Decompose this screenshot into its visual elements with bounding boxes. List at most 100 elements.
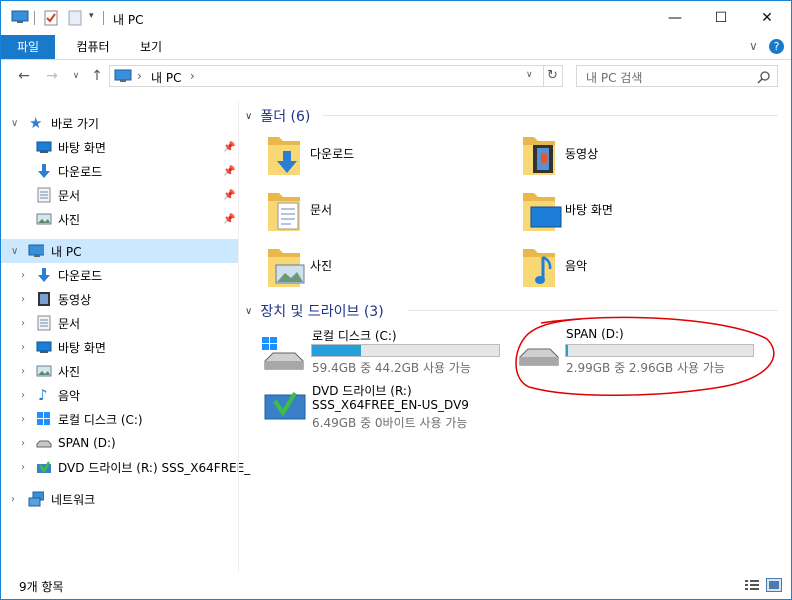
recent-locations-icon[interactable]: ∨ <box>65 65 87 87</box>
picture-icon <box>36 213 52 225</box>
nav-item-downloads[interactable]: 다운로드 📌 <box>1 159 238 183</box>
breadcrumb-chevron-icon[interactable]: › <box>190 69 195 83</box>
nav-pc-local-disk-c[interactable]: › 로컬 디스크 (C:) <box>1 407 238 431</box>
pictures-folder-icon <box>268 249 305 287</box>
back-button[interactable]: ← <box>13 65 35 87</box>
group-folders-header[interactable]: ∨ 폴더 (6) <box>245 106 310 126</box>
nav-label: 네트워크 <box>51 492 96 507</box>
nav-pc-span-d[interactable]: › SPAN (D:) <box>1 431 238 455</box>
minimize-button[interactable]: — <box>652 1 698 35</box>
search-box[interactable]: 내 PC 검색 <box>576 65 778 87</box>
breadcrumb-chevron-icon[interactable]: › <box>137 69 142 83</box>
up-button[interactable]: ↑ <box>86 65 108 87</box>
nav-network[interactable]: › 네트워크 <box>1 487 238 511</box>
nav-label: 문서 <box>58 316 81 331</box>
drive-dvd-r[interactable]: DVD 드라이브 (R:) SSS_X64FREE_EN-US_DV9 6.49… <box>259 381 509 431</box>
folder-desktop[interactable]: 바탕 화면 <box>519 187 759 235</box>
nav-pc-downloads[interactable]: › 다운로드 <box>1 263 238 287</box>
expand-chevron-icon[interactable]: › <box>21 318 25 329</box>
nav-pc-dvd-r[interactable]: › DVD 드라이브 (R:) SSS_X64FREE_ <box>1 455 250 479</box>
nav-label: 동영상 <box>58 292 92 307</box>
drive-c[interactable]: 로컬 디스크 (C:) 59.4GB 중 44.2GB 사용 가능 <box>259 325 504 375</box>
properties-icon[interactable] <box>44 10 58 26</box>
new-folder-icon[interactable] <box>68 10 82 26</box>
nav-pc-music[interactable]: › ♪ 음악 <box>1 383 238 407</box>
folder-label: 다운로드 <box>310 147 355 161</box>
nav-item-desktop[interactable]: 바탕 화면 📌 <box>1 135 238 159</box>
pin-icon[interactable]: 📌 <box>223 214 235 225</box>
folder-pictures[interactable]: 사진 <box>264 243 504 291</box>
ribbon-tabs: 파일 컴퓨터 보기 ∨ ? <box>1 35 791 60</box>
expand-chevron-icon[interactable]: › <box>21 414 25 425</box>
expand-chevron-icon[interactable]: › <box>21 342 25 353</box>
nav-label: 사진 <box>58 364 81 379</box>
group-title: 폴더 (6) <box>260 109 311 125</box>
folder-label: 사진 <box>310 259 333 273</box>
expand-chevron-icon[interactable]: › <box>21 438 25 449</box>
search-icon <box>757 71 770 84</box>
music-icon: ♪ <box>38 386 48 404</box>
videos-folder-icon <box>523 137 555 175</box>
expand-chevron-icon[interactable]: › <box>21 390 25 401</box>
large-icons-view-icon[interactable] <box>766 578 782 592</box>
drive-usage-bar <box>311 344 500 357</box>
close-button[interactable]: ✕ <box>744 1 790 35</box>
collapse-chevron-icon[interactable]: ∨ <box>245 111 252 122</box>
drive-icon <box>36 440 52 448</box>
nav-label: 음악 <box>58 388 81 403</box>
nav-quick-access[interactable]: ∨ ★ 바로 가기 <box>1 111 238 135</box>
separator <box>103 11 104 25</box>
forward-button[interactable]: → <box>41 65 63 87</box>
picture-icon <box>36 365 52 377</box>
pin-icon[interactable]: 📌 <box>223 142 235 153</box>
expand-chevron-icon[interactable]: › <box>21 294 25 305</box>
pane-splitter[interactable] <box>238 101 239 573</box>
nav-item-pictures[interactable]: 사진 📌 <box>1 207 238 231</box>
refresh-icon[interactable]: ↻ <box>547 68 558 83</box>
expand-chevron-icon[interactable]: › <box>21 270 25 281</box>
tab-view[interactable]: 보기 <box>129 35 173 59</box>
details-view-icon[interactable] <box>744 578 760 592</box>
folder-videos[interactable]: 동영상 <box>519 131 759 179</box>
annotation-circle <box>515 316 775 396</box>
pin-icon[interactable]: 📌 <box>223 190 235 201</box>
nav-label: 바탕 화면 <box>58 140 106 155</box>
nav-pc-videos[interactable]: › 동영상 <box>1 287 238 311</box>
expand-ribbon-icon[interactable]: ∨ <box>749 39 758 53</box>
dvd-drive-icon <box>37 461 51 474</box>
address-bar[interactable]: › 내 PC › ∨ ↻ <box>109 65 563 87</box>
tab-computer[interactable]: 컴퓨터 <box>65 35 121 59</box>
network-icon <box>28 491 44 507</box>
address-dropdown-icon[interactable]: ∨ <box>526 70 533 80</box>
folder-music[interactable]: 음악 <box>519 243 759 291</box>
customize-toolbar-icon[interactable]: ▾ <box>89 11 94 21</box>
nav-this-pc[interactable]: ∨ 내 PC <box>1 239 238 263</box>
drive-free-space: 59.4GB 중 44.2GB 사용 가능 <box>312 361 471 375</box>
pin-icon[interactable]: 📌 <box>223 166 235 177</box>
status-item-count: 9개 항목 <box>19 580 64 594</box>
nav-pc-documents[interactable]: › 문서 <box>1 311 238 335</box>
folder-downloads[interactable]: 다운로드 <box>264 131 504 179</box>
search-input[interactable]: 내 PC 검색 <box>586 69 642 86</box>
nav-label: 바탕 화면 <box>58 340 106 355</box>
expand-chevron-icon[interactable]: › <box>21 462 25 473</box>
tab-file[interactable]: 파일 <box>1 35 55 59</box>
nav-item-documents[interactable]: 문서 📌 <box>1 183 238 207</box>
folder-documents[interactable]: 문서 <box>264 187 504 235</box>
music-folder-icon <box>523 249 555 287</box>
nav-label: 내 PC <box>51 244 82 259</box>
expand-chevron-icon[interactable]: › <box>21 366 25 377</box>
expand-chevron-icon[interactable]: ∨ <box>11 118 18 129</box>
nav-pc-pictures[interactable]: › 사진 <box>1 359 238 383</box>
breadcrumb-this-pc[interactable]: 내 PC <box>151 69 181 86</box>
maximize-button[interactable]: ☐ <box>698 1 744 35</box>
desktop-icon <box>36 141 52 153</box>
window-title: 내 PC <box>113 13 144 27</box>
nav-pc-desktop[interactable]: › 바탕 화면 <box>1 335 238 359</box>
group-devices-header[interactable]: ∨ 장치 및 드라이브 (3) <box>245 301 384 321</box>
collapse-chevron-icon[interactable]: ∨ <box>245 306 252 317</box>
expand-chevron-icon[interactable]: ∨ <box>11 246 18 257</box>
help-icon[interactable]: ? <box>769 39 784 54</box>
drive-volume-label: SSS_X64FREE_EN-US_DV9 <box>312 398 469 412</box>
expand-chevron-icon[interactable]: › <box>11 494 15 505</box>
